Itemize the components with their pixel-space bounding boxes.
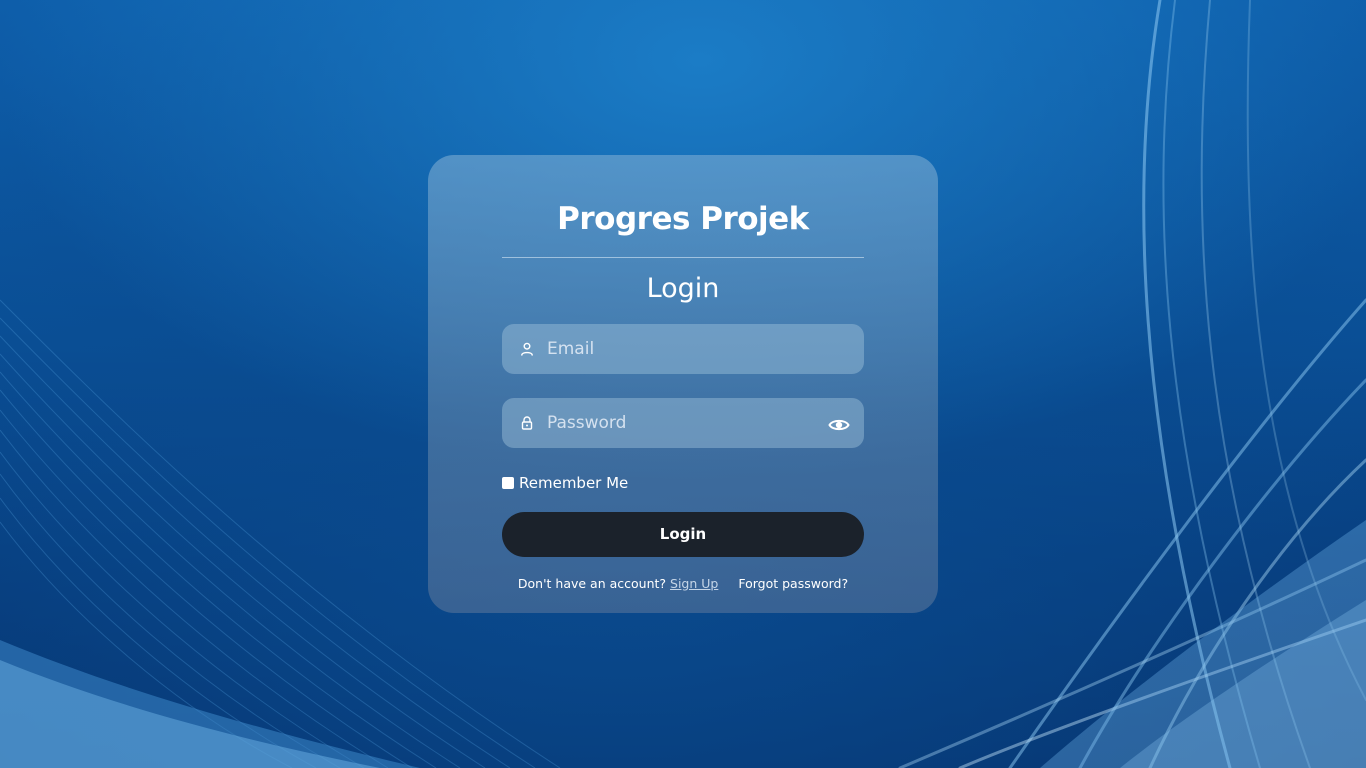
- login-button[interactable]: Login: [502, 512, 864, 557]
- forgot-password-link[interactable]: Forgot password?: [738, 576, 848, 591]
- signup-prompt: Don't have an account?: [517, 576, 671, 591]
- login-card: Progres Projek Login Remember Me Login D…: [428, 155, 938, 613]
- lock-icon: [521, 416, 533, 430]
- email-field-container: [502, 324, 864, 374]
- app-title: Progres Projek: [557, 201, 809, 237]
- form-heading: Login: [646, 273, 720, 304]
- password-field-container: [502, 398, 864, 448]
- user-icon: [521, 342, 533, 356]
- remember-me[interactable]: Remember Me: [502, 473, 628, 493]
- remember-me-label: Remember Me: [519, 474, 629, 492]
- remember-me-checkbox[interactable]: [502, 477, 514, 489]
- title-divider: [502, 257, 864, 258]
- password-input[interactable]: [547, 398, 817, 448]
- signup-link[interactable]: Sign Up: [670, 576, 718, 591]
- email-input[interactable]: [547, 324, 817, 374]
- footer-links: Don't have an account? Sign Up Forgot pas…: [428, 576, 938, 591]
- eye-icon[interactable]: [828, 414, 850, 436]
